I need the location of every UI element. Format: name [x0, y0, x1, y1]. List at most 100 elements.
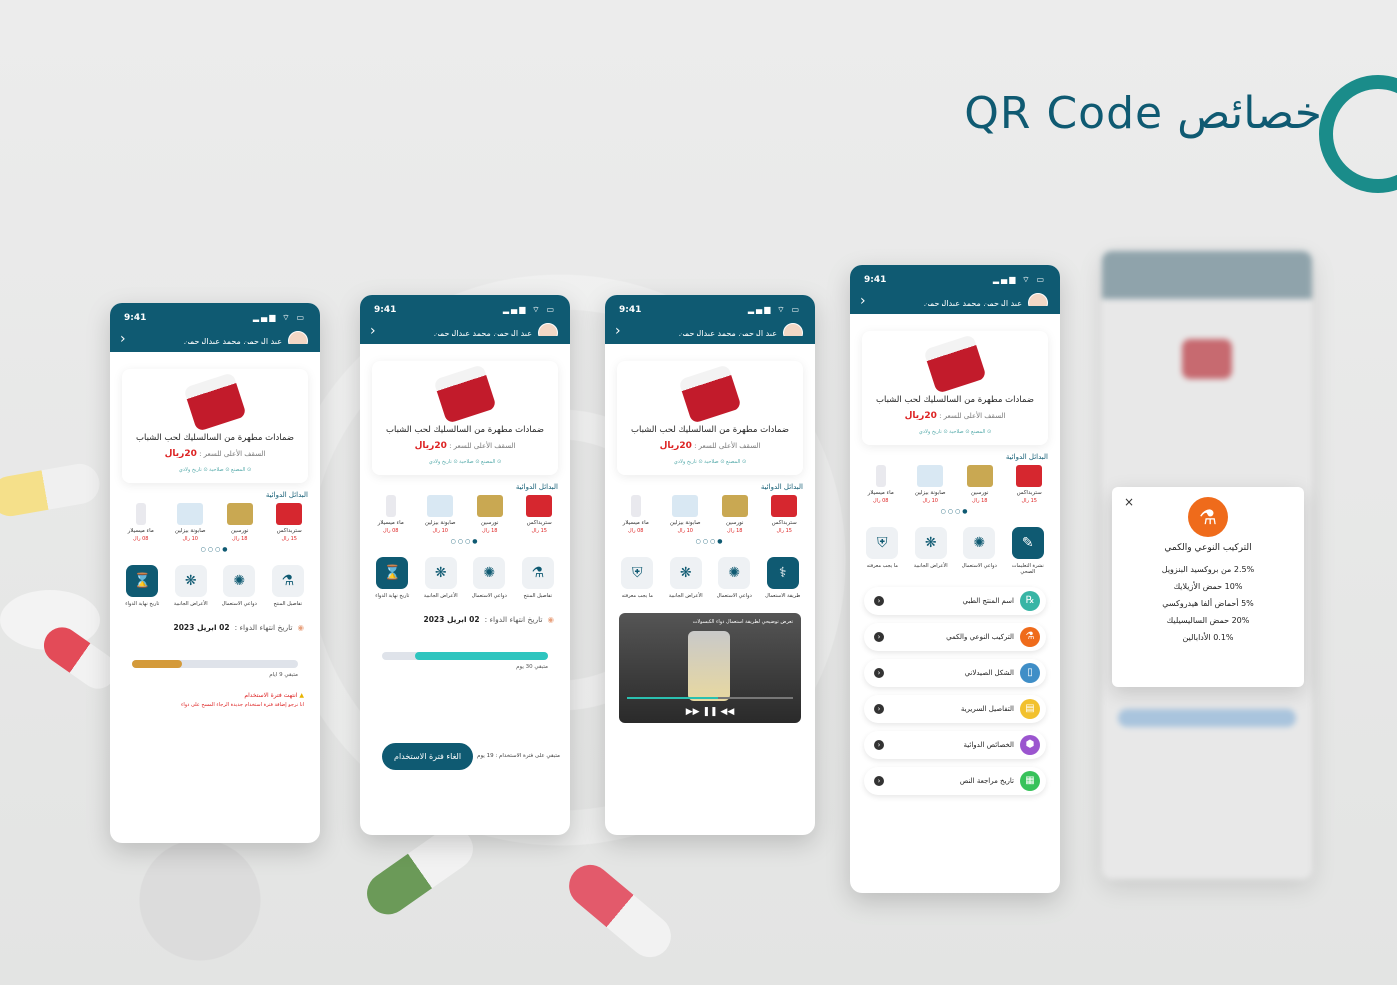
tab-side-effects[interactable]: ❋ الأعراض الجانبية [664, 557, 708, 599]
alternative-price: 10 رال [432, 528, 448, 534]
property-label: اسم المنتج الطبي [962, 597, 1014, 605]
tab-indications[interactable]: ✺ دواعي الاستعمال [467, 557, 511, 599]
price-label: السقف الأعلى للسعر : [199, 450, 266, 458]
molecule-icon: ❋ [424, 557, 457, 589]
warning-icon: ▲ [299, 692, 304, 699]
phone-screen-active: 9:41 ▂▄▆ ⌔ ▭ عبد الرحمن محمد عبدالرحمن ‹ … [360, 295, 570, 835]
user-name: عبد الرحمن محمد عبدالرحمن [923, 298, 1022, 308]
tab-side-effects[interactable]: ❋ الأعراض الجانبية [909, 527, 953, 575]
tab-indications[interactable]: ✺ دواعي الاستعمال [712, 557, 756, 599]
alternatives-list: ستربداكس 15 رال نورسين 18 رال صابونة بيزلي… [360, 495, 570, 534]
tab-what-to-know[interactable]: ⛨ ما يجب معرفته [615, 557, 659, 599]
alternative-item[interactable]: صابونة بيزلين 10 رال [909, 465, 951, 504]
tab-what-to-know[interactable]: ⛨ ما يجب معرفته [860, 527, 904, 575]
product-name: ضمادات مطهرة من السالسليك لحب الشباب [386, 425, 544, 435]
property-row-clinical[interactable]: ▤ التفاصيل السريرية ‹ [864, 695, 1046, 723]
tab-expiry[interactable]: ⌛ تاريخ نهاية الدواء [120, 565, 164, 607]
alternative-image [476, 495, 503, 517]
alternative-item[interactable]: ماء ميسيلار 08 رال [860, 465, 902, 504]
product-tags: ⊙ المصنع ⊙ صلاحية ⊙ تاريخ ولادي [673, 459, 747, 465]
tab-label: تاريخ نهاية الدواء [375, 593, 410, 599]
property-row-dosage-form[interactable]: ▯ الشكل الصيدلاني ‹ [864, 659, 1046, 687]
price-label: السقف الأعلى للسعر : [694, 442, 761, 450]
price-label: السقف الأعلى للسعر : [449, 442, 516, 450]
alternative-item[interactable]: ستربداكس 15 رال [268, 503, 310, 542]
blurred-product [1182, 339, 1232, 379]
composition-item: 0.1% الأدابالين [1182, 633, 1234, 642]
composition-item: 5% أحماض ألفا هيدروكسي [1162, 599, 1254, 608]
tab-side-effects[interactable]: ❋ الأعراض الجانبية [169, 565, 213, 607]
alternative-item[interactable]: صابونة بيزلين 10 رال [169, 503, 211, 542]
alternative-name: ستربداكس [1016, 490, 1042, 496]
alternative-item[interactable]: صابونة بيزلين 10 رال [664, 495, 706, 534]
chevron-left-icon[interactable]: ‹ [874, 632, 884, 642]
back-chevron-icon[interactable]: ‹ [370, 323, 376, 339]
close-icon[interactable]: × [1124, 495, 1134, 509]
chevron-left-icon[interactable]: ‹ [874, 740, 884, 750]
alternative-image [276, 503, 303, 525]
carousel-dots[interactable]: ●○○○ [110, 546, 320, 553]
property-row-pharmacological[interactable]: ⬢ الخصائص الدوائية ‹ [864, 731, 1046, 759]
alternatives-list: ستربداكس 15 رال نورسين 18 رال صابونة بيزلي… [605, 495, 815, 534]
alternative-image [721, 495, 748, 517]
properties-list: ℞ اسم المنتج الطبي ‹ ⚗ التركيب النوعي والكم… [850, 587, 1060, 795]
phone-screen-video: 9:41 ▂▄▆ ⌔ ▭ عبد الرحمن محمد عبدالرحمن ‹ … [605, 295, 815, 835]
alternative-item[interactable]: ستربداكس 15 رال [1008, 465, 1050, 504]
chevron-left-icon[interactable]: ‹ [874, 596, 884, 606]
tab-indications[interactable]: ✺ دواعي الاستعمال [217, 565, 261, 607]
alternative-price: 08 رال [873, 498, 889, 504]
status-time: 9:41 [374, 305, 397, 315]
back-chevron-icon[interactable]: ‹ [860, 293, 866, 309]
expiry-date-row: ◉ تاريخ انتهاء الدواء : 02 ابريل 2023 [376, 615, 555, 624]
tab-leaflet[interactable]: ✎ نشرة التعليمات الصحي [1006, 527, 1050, 575]
tab-side-effects[interactable]: ❋ الأعراض الجانبية [419, 557, 463, 599]
back-chevron-icon[interactable]: ‹ [615, 323, 621, 339]
expiry-progress-fill [415, 652, 548, 660]
product-name: ضمادات مطهرة من السالسليك لحب الشباب [876, 395, 1034, 405]
clipboard-icon: ▤ [1020, 699, 1040, 719]
carousel-dots[interactable]: ●○○○ [850, 508, 1060, 515]
cancel-usage-period-button[interactable]: الغاء فترة الاستخدام [382, 743, 474, 770]
user-info: عبد الرحمن محمد عبدالرحمن [679, 323, 803, 343]
alternative-image [672, 495, 699, 517]
chevron-left-icon[interactable]: ‹ [874, 704, 884, 714]
alternative-item[interactable]: ستربداكس 15 رال [763, 495, 805, 534]
alternative-item[interactable]: نورسين 18 رال [714, 495, 756, 534]
tab-indications[interactable]: ✺ دواعي الاستعمال [957, 527, 1001, 575]
tab-product-details[interactable]: ⚗ تفاصيل المنتج [266, 565, 310, 607]
tab-usage-method[interactable]: ⚕ طريقة الاستعمال [761, 557, 805, 599]
expiry-date: 02 ابريل 2023 [423, 615, 480, 624]
property-row-composition[interactable]: ⚗ التركيب النوعي والكمي ‹ [864, 623, 1046, 651]
property-label-group: ⬢ الخصائص الدوائية [964, 735, 1040, 755]
carousel-dots[interactable]: ●○○○ [605, 538, 815, 545]
alternative-name: نورسين [726, 520, 744, 526]
back-chevron-icon[interactable]: ‹ [120, 331, 126, 347]
alternative-item[interactable]: نورسين 18 رال [469, 495, 511, 534]
product-tags: ⊙ المصنع ⊙ صلاحية ⊙ تاريخ ولادي [428, 459, 502, 465]
alternative-item[interactable]: ماء ميسيلار 08 رال [120, 503, 162, 542]
price-value: 20ريال [164, 449, 197, 459]
tab-product-details[interactable]: ⚗ تفاصيل المنتج [516, 557, 560, 599]
property-row-product-name[interactable]: ℞ اسم المنتج الطبي ‹ [864, 587, 1046, 615]
status-time: 9:41 [864, 275, 887, 285]
hourglass-icon: ⌛ [126, 565, 159, 597]
alternative-item[interactable]: صابونة بيزلين 10 رال [419, 495, 461, 534]
alternative-item[interactable]: ماء ميسيلار 08 رال [370, 495, 412, 534]
video-seek-bar[interactable] [627, 697, 793, 699]
product-image [183, 372, 247, 432]
alternative-item[interactable]: ستربداكس 15 رال [518, 495, 560, 534]
tab-expiry[interactable]: ⌛ تاريخ نهاية الدواء [370, 557, 414, 599]
product-card: ضمادات مطهرة من السالسليك لحب الشباب الس… [372, 361, 558, 475]
chevron-left-icon[interactable]: ‹ [874, 668, 884, 678]
chevron-left-icon[interactable]: ‹ [874, 776, 884, 786]
property-row-revision-date[interactable]: ▦ تاريخ مراجعة النص ‹ [864, 767, 1046, 795]
alternative-name: نورسين [971, 490, 989, 496]
alternative-item[interactable]: نورسين 18 رال [959, 465, 1001, 504]
alternative-item[interactable]: نورسين 18 رال [219, 503, 261, 542]
carousel-dots[interactable]: ●○○○ [360, 538, 570, 545]
play-pause-icon[interactable]: ◀◀ ❚❚ ▶▶ [686, 707, 735, 717]
alternative-name: نورسين [481, 520, 499, 526]
alternative-item[interactable]: ماء ميسيلار 08 رال [615, 495, 657, 534]
user-info: عبد الرحمن محمد عبدالرحمن [184, 331, 308, 351]
video-player[interactable]: تعرض توضيحي لطريقة استعمال دواء الكبسولا… [619, 613, 801, 723]
